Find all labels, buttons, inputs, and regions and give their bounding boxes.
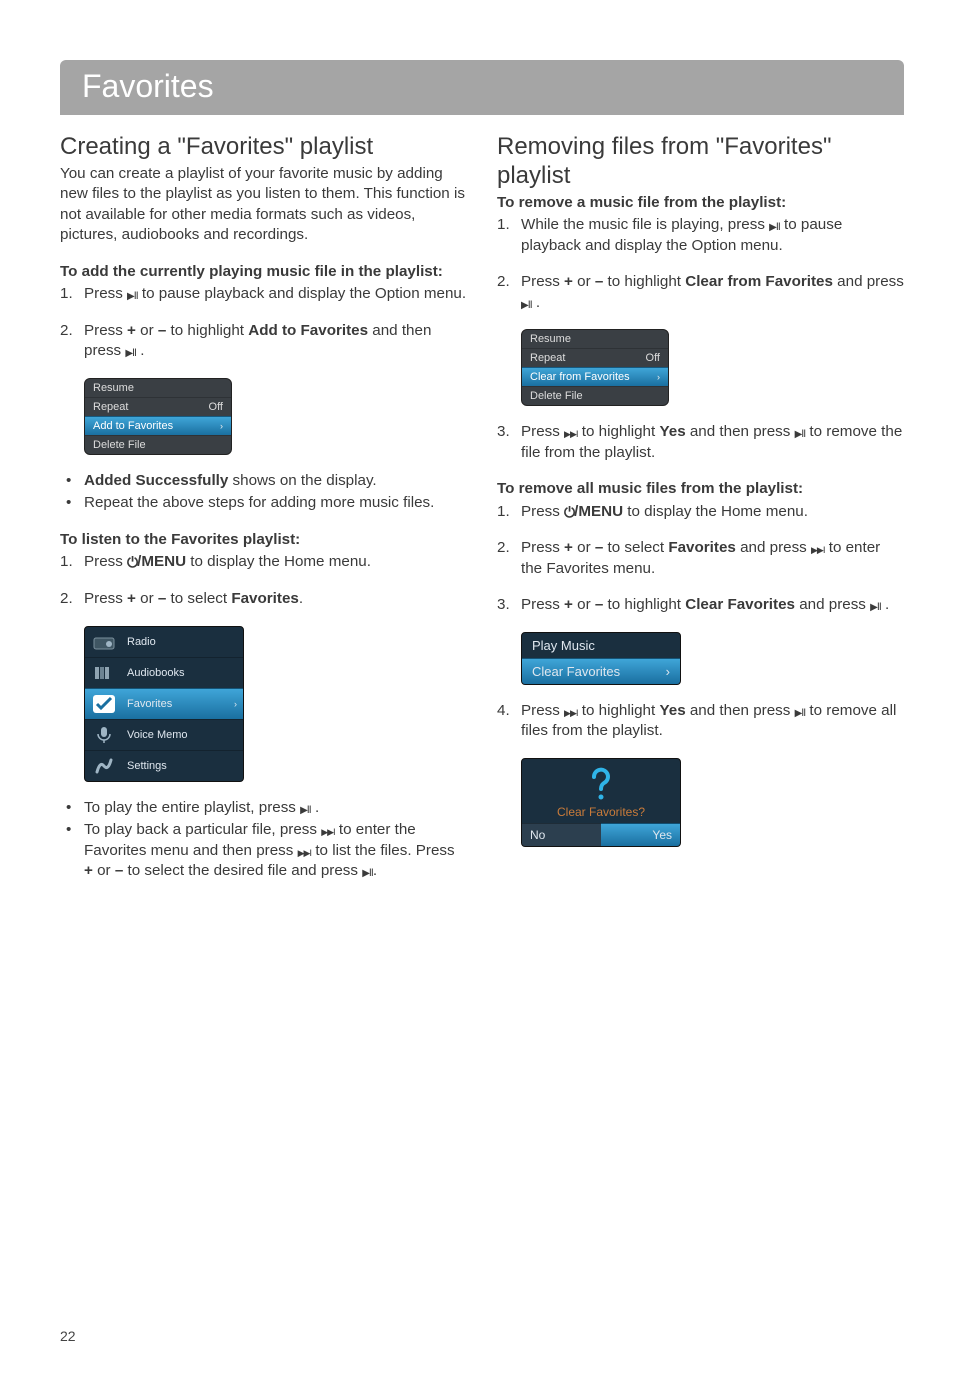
play-pause-icon	[362, 864, 373, 881]
next-icon	[564, 425, 578, 441]
home-voice: Voice Memo	[85, 719, 243, 750]
confirm-clear-screenshot: Clear Favorites? No Yes	[521, 758, 681, 847]
option-menu-clear-screenshot: Resume RepeatOff Clear from Favorites› D…	[521, 329, 669, 406]
listen-steps: Press /MENU to display the Home menu.	[60, 552, 467, 573]
remove-all-steps-1: Press /MENU to display the Home menu.	[497, 502, 904, 523]
add-steps-2: Press + or – to highlight Add to Favorit…	[60, 321, 467, 362]
option-repeat: RepeatOff	[85, 397, 231, 416]
remove-all-subhead: To remove all music files from the playl…	[497, 479, 904, 500]
confirm-no-button: No	[522, 823, 601, 846]
play-pause-icon	[127, 287, 138, 304]
remove-all-steps-4: Press to highlight Yes and then press to…	[497, 701, 904, 742]
option-menu-add-screenshot: Resume RepeatOff Add to Favorites› Delet…	[84, 378, 232, 455]
remove-step-2: Press + or – to highlight Clear from Fav…	[497, 272, 904, 313]
home-menu-screenshot: Radio Audiobooks Favorites › Voice Memo …	[84, 626, 244, 782]
creating-intro: You can create a playlist of your favori…	[60, 164, 467, 246]
remove-all-step-1: Press /MENU to display the Home menu.	[497, 502, 904, 523]
audiobooks-icon	[89, 661, 119, 685]
listen-steps-2: Press + or – to select Favorites.	[60, 589, 467, 610]
remove-one-steps-3: Press to highlight Yes and then press to…	[497, 422, 904, 463]
home-audiobooks: Audiobooks	[85, 657, 243, 688]
home-favorites: Favorites ›	[85, 688, 243, 719]
page-number: 22	[60, 1328, 76, 1344]
play-pause-icon	[521, 296, 532, 313]
add-steps: Press to pause playback and display the …	[60, 284, 467, 305]
next-icon	[811, 541, 825, 557]
option-delete: Delete File	[85, 435, 231, 454]
option-resume: Resume	[85, 379, 231, 397]
next-icon	[321, 823, 335, 839]
next-icon	[298, 844, 312, 860]
chevron-right-icon: ›	[234, 699, 237, 709]
add-subhead: To add the currently playing music file …	[60, 262, 467, 283]
remove-one-steps-2: Press + or – to highlight Clear from Fav…	[497, 272, 904, 313]
left-column: Creating a "Favorites" playlist You can …	[60, 133, 467, 898]
add-result-bullets: Added Successfully shows on the display.…	[60, 471, 467, 514]
added-successfully-bullet: Added Successfully shows on the display.	[60, 471, 467, 492]
play-pause-icon	[795, 704, 806, 721]
page-title-bar: Favorites	[60, 60, 904, 115]
remove-one-subhead: To remove a music file from the playlist…	[497, 193, 904, 214]
radio-icon	[89, 630, 119, 654]
question-icon	[586, 767, 616, 801]
listen-step-1: Press /MENU to display the Home menu.	[60, 552, 467, 573]
confirm-yes-button: Yes	[601, 823, 680, 846]
remove-all-step-4: Press to highlight Yes and then press to…	[497, 701, 904, 742]
power-icon	[127, 553, 137, 572]
play-pause-icon	[870, 598, 881, 615]
power-icon	[564, 503, 574, 522]
voice-memo-icon	[89, 723, 119, 747]
play-pause-icon	[300, 801, 311, 818]
remove-step-1: While the music file is playing, press t…	[497, 215, 904, 256]
chevron-right-icon: ›	[657, 372, 660, 382]
play-entire-bullet: To play the entire playlist, press .	[60, 798, 467, 819]
remove-one-steps-1: While the music file is playing, press t…	[497, 215, 904, 256]
playclear-screenshot: Play Music Clear Favorites›	[521, 632, 681, 685]
clear-favorites-row: Clear Favorites›	[522, 658, 680, 684]
creating-heading: Creating a "Favorites" playlist	[60, 133, 467, 162]
settings-icon	[89, 754, 119, 778]
remove-all-step-3: Press + or – to highlight Clear Favorite…	[497, 595, 904, 616]
favorites-icon	[89, 692, 119, 716]
remove-step-3: Press to highlight Yes and then press to…	[497, 422, 904, 463]
add-step-1: Press to pause playback and display the …	[60, 284, 467, 305]
page-title: Favorites	[82, 68, 884, 105]
play-pause-icon	[795, 425, 806, 442]
listen-subhead: To listen to the Favorites playlist:	[60, 530, 467, 551]
play-bullets: To play the entire playlist, press . To …	[60, 798, 467, 882]
confirm-buttons: No Yes	[522, 823, 680, 846]
remove-all-step-2: Press + or – to select Favorites and pre…	[497, 538, 904, 579]
play-particular-bullet: To play back a particular file, press to…	[60, 820, 467, 882]
right-column: Removing files from "Favorites" playlist…	[497, 133, 904, 898]
confirm-question: Clear Favorites?	[522, 759, 680, 823]
chevron-right-icon: ›	[220, 421, 223, 431]
page-columns: Creating a "Favorites" playlist You can …	[60, 133, 904, 898]
option-delete-2: Delete File	[522, 386, 668, 405]
listen-step-2: Press + or – to select Favorites.	[60, 589, 467, 610]
next-icon	[564, 704, 578, 720]
repeat-steps-bullet: Repeat the above steps for adding more m…	[60, 493, 467, 514]
option-repeat-2: RepeatOff	[522, 348, 668, 367]
play-music-row: Play Music	[522, 633, 680, 658]
option-clear-from-favorites: Clear from Favorites›	[522, 367, 668, 386]
home-settings: Settings	[85, 750, 243, 781]
add-step-2: Press + or – to highlight Add to Favorit…	[60, 321, 467, 362]
remove-all-steps-2: Press + or – to select Favorites and pre…	[497, 538, 904, 579]
play-pause-icon	[769, 218, 780, 235]
play-pause-icon	[125, 344, 136, 361]
remove-all-steps-3: Press + or – to highlight Clear Favorite…	[497, 595, 904, 616]
chevron-right-icon: ›	[666, 664, 670, 679]
removing-heading: Removing files from "Favorites" playlist	[497, 133, 904, 191]
home-radio: Radio	[85, 627, 243, 657]
option-add-to-favorites: Add to Favorites›	[85, 416, 231, 435]
option-resume-2: Resume	[522, 330, 668, 348]
